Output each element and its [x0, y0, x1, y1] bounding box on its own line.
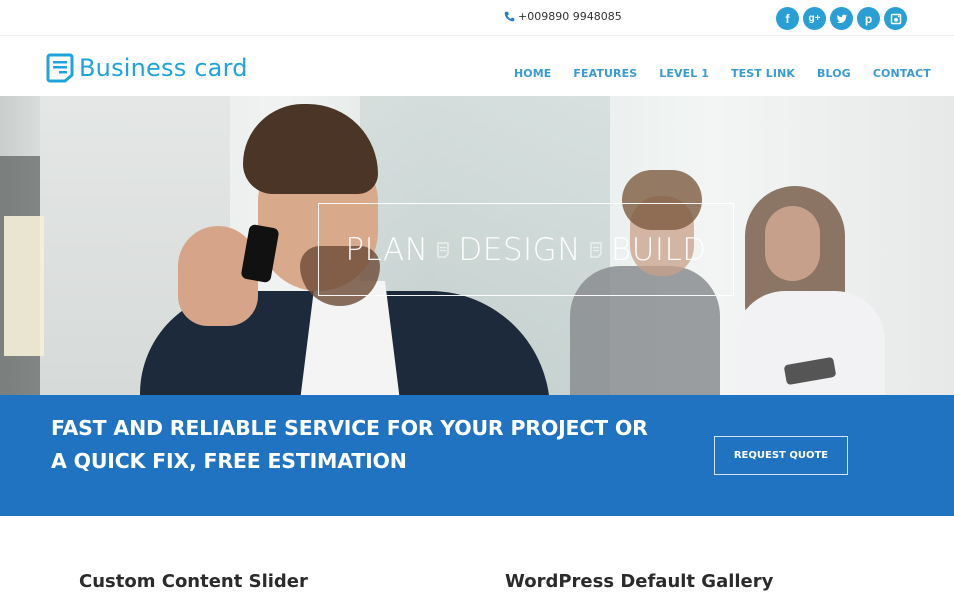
hero-photo-phone — [240, 223, 280, 284]
logo-text: Business card — [79, 54, 248, 82]
tagline-build: BUILD — [610, 231, 707, 268]
nav-home[interactable]: HOME — [514, 67, 551, 80]
nav-test-link[interactable]: TEST LINK — [731, 67, 795, 80]
phone-icon — [504, 11, 515, 22]
hero-photo-window — [4, 216, 44, 356]
instagram-icon — [890, 13, 901, 24]
hero-photo-person-3-face — [765, 206, 820, 281]
tagline-design: DESIGN — [458, 231, 581, 268]
google-plus-button[interactable]: g+ — [803, 7, 826, 30]
facebook-icon: f — [785, 11, 790, 26]
request-quote-button[interactable]: REQUEST QUOTE — [714, 436, 848, 475]
facebook-button[interactable]: f — [776, 7, 799, 30]
phone-contact[interactable]: +009890 9948085 — [504, 10, 622, 23]
main-nav: HOME FEATURES LEVEL 1 TEST LINK BLOG CON… — [514, 67, 931, 80]
hero-banner: PLAN DESIGN BUILD — [0, 96, 954, 395]
google-plus-icon: g+ — [808, 13, 821, 24]
card-separator-icon — [590, 241, 602, 258]
cta-line-1: FAST AND RELIABLE SERVICE FOR YOUR PROJE… — [51, 416, 648, 440]
pinterest-button[interactable]: p — [857, 7, 880, 30]
card-separator-icon — [437, 241, 450, 258]
phone-number: +009890 9948085 — [518, 10, 622, 23]
social-links: f g+ p — [776, 7, 907, 30]
nav-blog[interactable]: BLOG — [817, 67, 851, 80]
pinterest-icon: p — [864, 11, 873, 26]
cta-banner: FAST AND RELIABLE SERVICE FOR YOUR PROJE… — [0, 395, 954, 516]
nav-level-1[interactable]: LEVEL 1 — [659, 67, 709, 80]
nav-contact[interactable]: CONTACT — [873, 67, 931, 80]
cta-line-2: A QUICK FIX, FREE ESTIMATION — [51, 449, 407, 473]
top-bar: +009890 9948085 f g+ p — [0, 0, 954, 36]
instagram-button[interactable] — [884, 7, 907, 30]
business-card-icon — [46, 53, 74, 83]
site-header: Business card HOME FEATURES LEVEL 1 TEST… — [0, 37, 954, 96]
hero-tagline: PLAN DESIGN BUILD — [318, 203, 734, 296]
twitter-icon — [836, 14, 847, 23]
cta-headline: FAST AND RELIABLE SERVICE FOR YOUR PROJE… — [51, 412, 648, 478]
site-logo[interactable]: Business card — [46, 53, 248, 83]
nav-features[interactable]: FEATURES — [573, 67, 637, 80]
twitter-button[interactable] — [830, 7, 853, 30]
hero-photo-man-hair — [243, 104, 378, 194]
wordpress-gallery-heading: WordPress Default Gallery — [505, 571, 774, 592]
tagline-plan: PLAN — [345, 231, 429, 268]
custom-content-slider-heading: Custom Content Slider — [79, 571, 308, 592]
